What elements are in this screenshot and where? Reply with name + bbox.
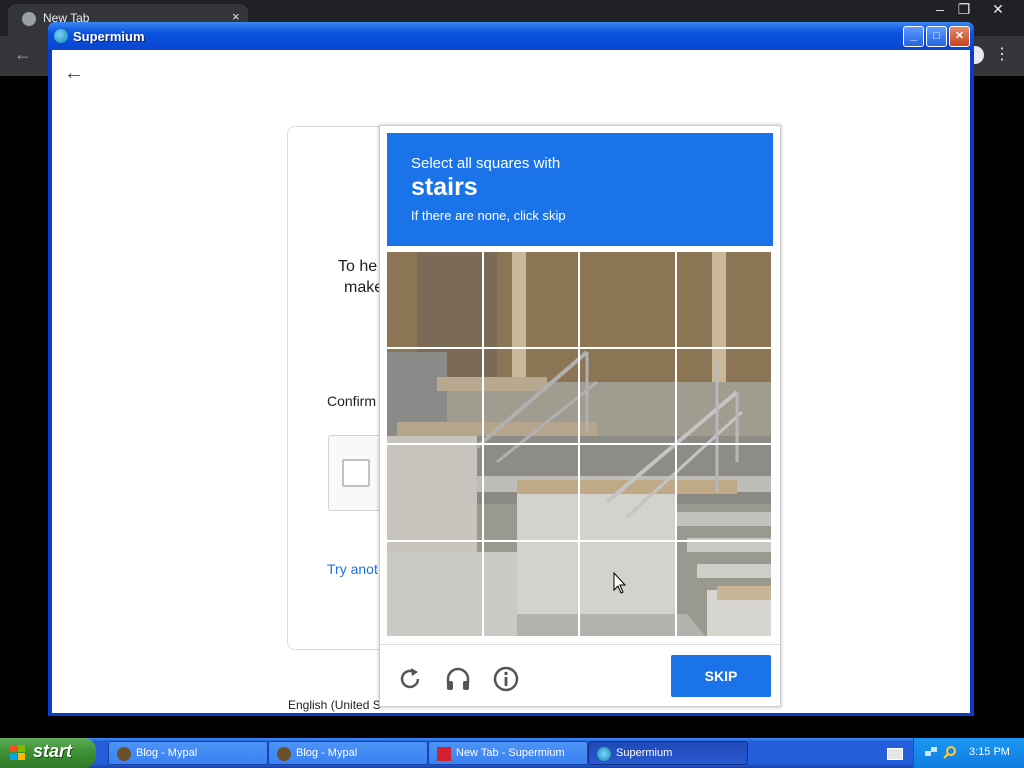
captcha-tile-0-3[interactable]: [676, 252, 773, 349]
globe-icon: [22, 12, 36, 26]
confirm-label: Confirm: [327, 393, 377, 409]
taskbar-button-blog-mypal-1[interactable]: Blog - Mypal: [108, 741, 268, 765]
kebab-menu-icon[interactable]: ⋮: [994, 44, 1010, 64]
try-another-link[interactable]: Try anot: [327, 561, 378, 577]
back-arrow-icon[interactable]: ←: [64, 62, 84, 85]
window-title: Supermium: [73, 29, 145, 44]
captcha-tile-3-0[interactable]: [387, 541, 484, 638]
recaptcha-checkbox[interactable]: [342, 459, 370, 487]
captcha-hint: If there are none, click skip: [411, 208, 566, 223]
start-label: start: [33, 741, 73, 761]
search-icon[interactable]: [942, 745, 957, 760]
clock: 3:15 PM: [969, 746, 1010, 758]
captcha-tile-0-2[interactable]: [580, 252, 677, 349]
captcha-tile-0-0[interactable]: [387, 252, 484, 349]
taskbar-button-blog-mypal-2[interactable]: Blog - Mypal: [268, 741, 428, 765]
taskbar-button-new-tab-supermium[interactable]: New Tab - Supermium: [428, 741, 588, 765]
system-tray: 3:15 PM: [913, 738, 1024, 768]
taskbar: start Blog - Mypal Blog - Mypal New Tab …: [0, 738, 1024, 768]
window-titlebar[interactable]: Supermium _ □ ✕: [48, 22, 974, 50]
captcha-tile-1-3[interactable]: [676, 348, 773, 445]
captcha-prompt: Select all squares with: [411, 155, 561, 172]
windows-logo-icon: [10, 745, 25, 760]
headphones-icon[interactable]: [444, 665, 472, 693]
captcha-tile-3-3[interactable]: [676, 541, 773, 638]
captcha-tile-3-2[interactable]: [580, 541, 677, 638]
captcha-tile-1-0[interactable]: [387, 348, 484, 445]
supermium-icon: [437, 747, 451, 761]
captcha-challenge: Select all squares with stairs If there …: [379, 125, 781, 707]
close-icon[interactable]: ✕: [984, 0, 1012, 18]
mouse-cursor-icon: [613, 572, 627, 594]
supermium-icon: [597, 747, 611, 761]
description-line-2: make: [344, 279, 384, 296]
mypal-icon: [117, 747, 131, 761]
network-icon[interactable]: [924, 745, 939, 760]
captcha-tile-3-1[interactable]: [483, 541, 580, 638]
start-button[interactable]: start: [0, 738, 96, 768]
supermium-window: Supermium _ □ ✕ ← To he make Confirm Try…: [48, 22, 974, 716]
language-selector[interactable]: English (United S: [288, 698, 381, 712]
background-back-icon[interactable]: ←: [14, 44, 32, 65]
captcha-footer: SKIP: [380, 644, 780, 707]
restore-icon[interactable]: ❐: [950, 0, 978, 18]
reload-icon[interactable]: [396, 665, 424, 693]
minimize-button[interactable]: _: [903, 26, 924, 47]
captcha-tile-2-3[interactable]: [676, 445, 773, 542]
captcha-keyword: stairs: [411, 173, 478, 201]
close-button[interactable]: ✕: [949, 26, 970, 47]
captcha-tile-2-1[interactable]: [483, 445, 580, 542]
captcha-tile-2-2[interactable]: [580, 445, 677, 542]
taskbar-button-supermium[interactable]: Supermium: [588, 741, 748, 765]
captcha-tile-2-0[interactable]: [387, 445, 484, 542]
keyboard-icon[interactable]: [887, 748, 903, 760]
mypal-icon: [277, 747, 291, 761]
info-icon[interactable]: [492, 665, 520, 693]
captcha-tile-0-1[interactable]: [483, 252, 580, 349]
supermium-icon: [54, 29, 68, 43]
skip-button[interactable]: SKIP: [671, 655, 771, 697]
captcha-tile-1-2[interactable]: [580, 348, 677, 445]
captcha-header: Select all squares with stairs If there …: [387, 133, 773, 246]
maximize-button[interactable]: □: [926, 26, 947, 47]
captcha-tile-1-1[interactable]: [483, 348, 580, 445]
captcha-image-grid: [387, 252, 773, 638]
page-content: ← To he make Confirm Try anot English (U…: [52, 50, 970, 713]
